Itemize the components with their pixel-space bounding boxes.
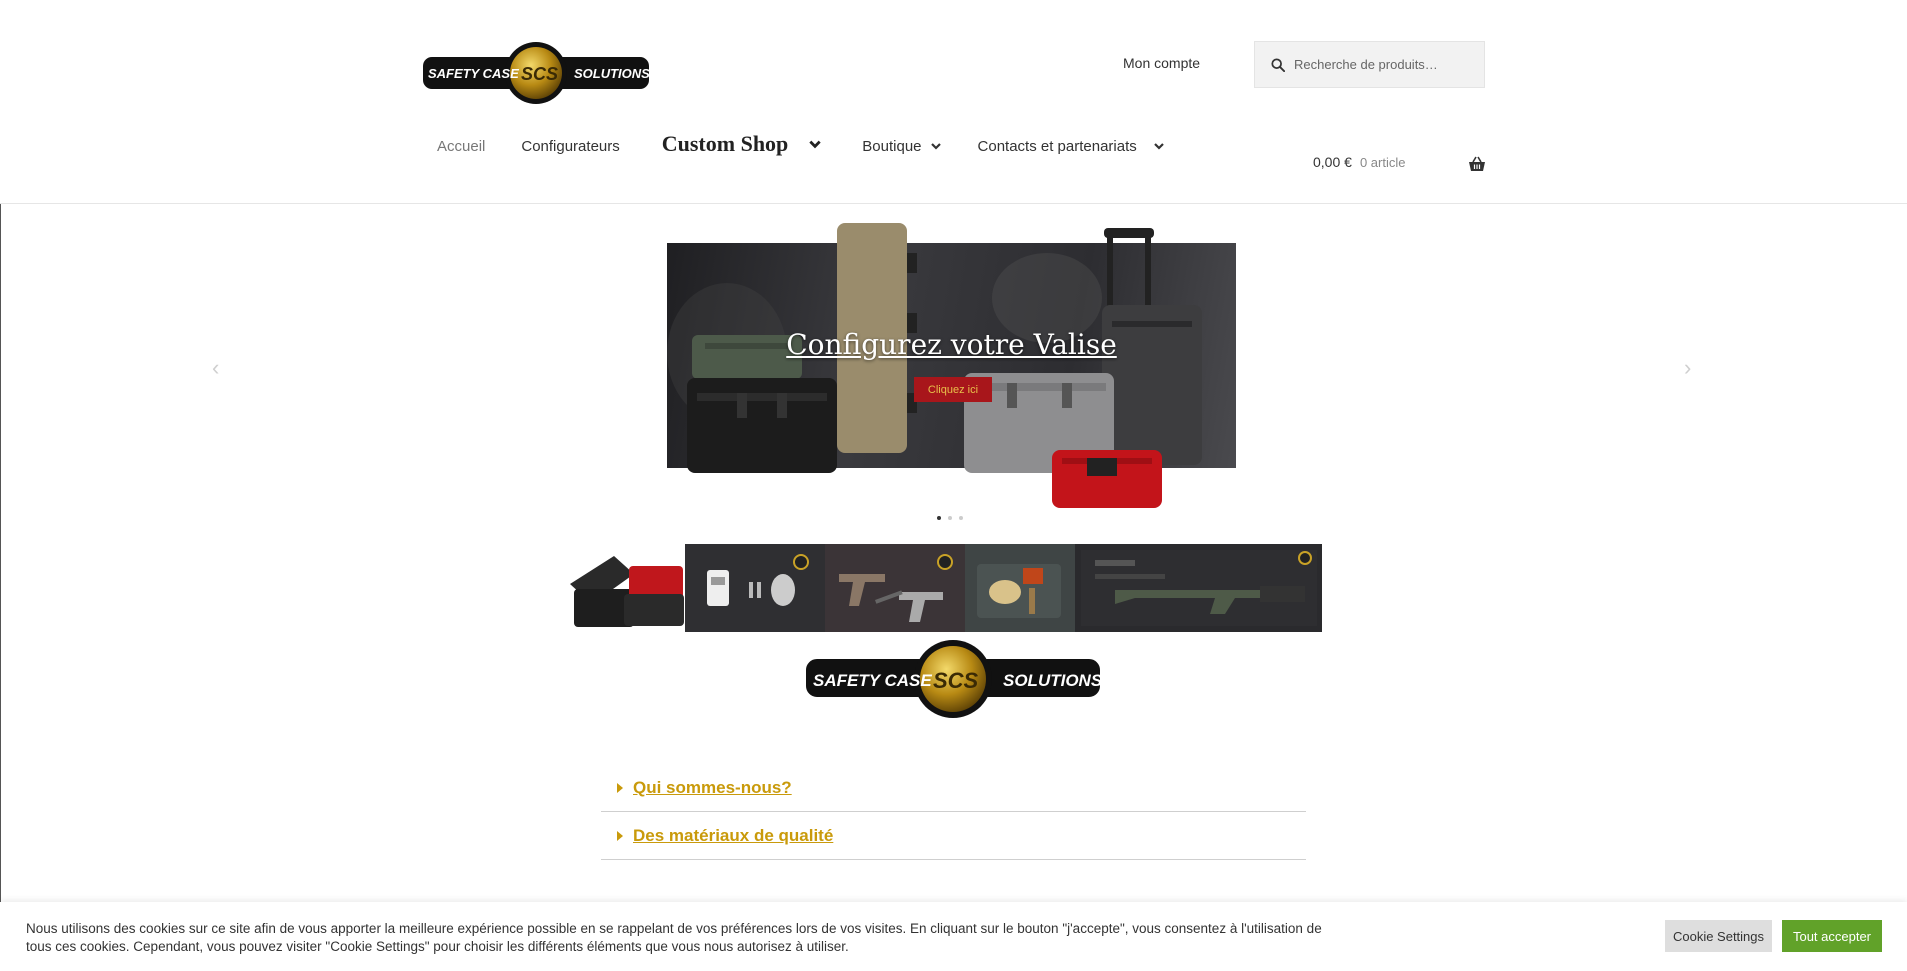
logo-left-text: SAFETY CASE (428, 66, 519, 81)
nav-item-label: Accueil (437, 137, 486, 155)
caret-right-icon (617, 783, 623, 793)
product-tile-foam-insert[interactable] (685, 544, 825, 632)
cart-summary[interactable]: 0,00 € 0 article (1313, 154, 1405, 170)
slider-dot[interactable] (937, 516, 941, 520)
product-tile-badge-case[interactable] (965, 544, 1075, 632)
nav-item-configurateurs[interactable]: Configurateurs (521, 138, 619, 155)
search-icon (1271, 57, 1285, 72)
cookie-settings-button[interactable]: Cookie Settings (1665, 920, 1772, 952)
slider-dot[interactable] (959, 516, 963, 520)
foam-insert-image (707, 554, 809, 606)
site-header: SAFETY CASE SCS SOLUTIONS Mon compte Acc… (0, 0, 1907, 204)
accordion-item-materiaux[interactable]: Des matériaux de qualité (601, 812, 1306, 860)
cookie-banner: Nous utilisons des cookies sur ce site a… (0, 902, 1907, 971)
brand-logo-left-text: SAFETY CASE (813, 671, 932, 690)
cart-count: 0 article (1359, 154, 1406, 170)
slider-next-button[interactable]: › (1684, 355, 1691, 381)
logo-center-text: SCS (521, 64, 558, 84)
nav-item-boutique[interactable]: Boutique (862, 138, 941, 155)
nav-item-label: Configurateurs (521, 137, 620, 155)
search-input[interactable] (1294, 57, 1484, 72)
main-navigation: Accueil Configurateurs Custom Shop Bouti… (437, 126, 1189, 166)
slide-title[interactable]: Configurez votre Valise (667, 328, 1236, 361)
info-accordion: Qui sommes-nous? Des matériaux de qualit… (601, 765, 1306, 860)
slider-dot[interactable] (948, 516, 952, 520)
logo-right-text: SOLUTIONS (574, 66, 650, 81)
chevron-down-icon (1154, 143, 1164, 150)
product-tile-rifle-case[interactable] (1075, 544, 1322, 632)
cookie-accept-all-button[interactable]: Tout accepter (1782, 920, 1882, 952)
accordion-label: Des matériaux de qualité (633, 825, 834, 845)
nav-item-contacts[interactable]: Contacts et partenariats (978, 138, 1165, 155)
product-tile-open-cases[interactable] (564, 544, 685, 632)
product-tile-pistol-case[interactable] (825, 544, 965, 632)
nav-item-custom-shop[interactable]: Custom Shop (662, 131, 823, 157)
cookie-message: Nous utilisons des cookies sur ce site a… (26, 921, 1322, 954)
open-case-image (570, 556, 684, 627)
basket-icon[interactable] (1468, 155, 1486, 173)
product-search[interactable] (1254, 41, 1485, 88)
chevron-down-icon (809, 140, 821, 149)
caret-right-icon (617, 830, 623, 841)
hero-slider: Configurez votre Valise Cliquez ici (667, 223, 1236, 508)
cart-amount: 0,00 € (1313, 154, 1352, 170)
my-account-link[interactable]: Mon compte (1123, 55, 1200, 71)
nav-item-label: Custom Shop (661, 131, 789, 156)
nav-item-label: Contacts et partenariats (977, 137, 1137, 155)
site-logo[interactable]: SAFETY CASE SCS SOLUTIONS (420, 40, 652, 106)
accordion-label: Qui sommes-nous? (633, 778, 792, 797)
slider-prev-button[interactable]: ‹ (212, 355, 219, 381)
slide-cta-button[interactable]: Cliquez ici (914, 377, 992, 402)
brand-logo: SAFETY CASE SCS SOLUTIONS (804, 640, 1103, 718)
brand-logo-center-text: SCS (933, 668, 979, 693)
badge-case-image (977, 564, 1061, 618)
nav-item-accueil[interactable]: Accueil (437, 138, 485, 155)
rifle-case-image (1081, 550, 1317, 626)
nav-item-label: Boutique (862, 137, 922, 155)
brand-logo-right-text: SOLUTIONS (1003, 671, 1103, 690)
product-image-strip (564, 544, 1322, 632)
accordion-item-qui-sommes-nous[interactable]: Qui sommes-nous? (601, 765, 1306, 812)
chevron-down-icon (930, 143, 941, 150)
pistol-case-image (839, 554, 953, 622)
slider-pagination (937, 516, 963, 520)
